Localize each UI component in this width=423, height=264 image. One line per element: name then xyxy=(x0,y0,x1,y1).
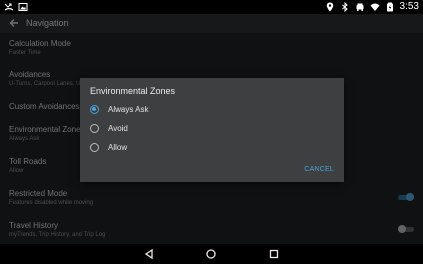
status-bar: 3:53 xyxy=(0,0,423,14)
option-label: Always Ask xyxy=(108,105,149,114)
image-icon xyxy=(18,3,28,11)
location-icon xyxy=(326,2,333,12)
cancel-button[interactable]: CANCEL xyxy=(304,165,334,174)
status-time: 3:53 xyxy=(399,1,419,12)
system-nav-bar xyxy=(0,244,423,264)
environmental-zones-dialog: Environmental Zones Always Ask Avoid All… xyxy=(80,78,344,182)
option-always-ask[interactable]: Always Ask xyxy=(90,103,334,117)
dialog-title: Environmental Zones xyxy=(90,86,176,96)
battery-icon xyxy=(386,2,393,12)
recents-square-icon[interactable] xyxy=(268,248,280,260)
back-triangle-icon[interactable] xyxy=(143,248,155,260)
option-label: Avoid xyxy=(108,124,128,133)
radio-unchecked-icon[interactable] xyxy=(90,143,99,152)
option-avoid[interactable]: Avoid xyxy=(90,122,334,136)
radio-unchecked-icon[interactable] xyxy=(90,124,99,133)
home-circle-icon[interactable] xyxy=(205,248,217,260)
option-allow[interactable]: Allow xyxy=(90,141,334,155)
option-label: Allow xyxy=(108,143,128,152)
car-icon xyxy=(356,3,364,11)
bluetooth-icon xyxy=(341,2,348,12)
radio-checked-icon[interactable] xyxy=(90,105,99,114)
missed-call-icon xyxy=(4,3,14,11)
wifi-icon xyxy=(370,3,380,11)
